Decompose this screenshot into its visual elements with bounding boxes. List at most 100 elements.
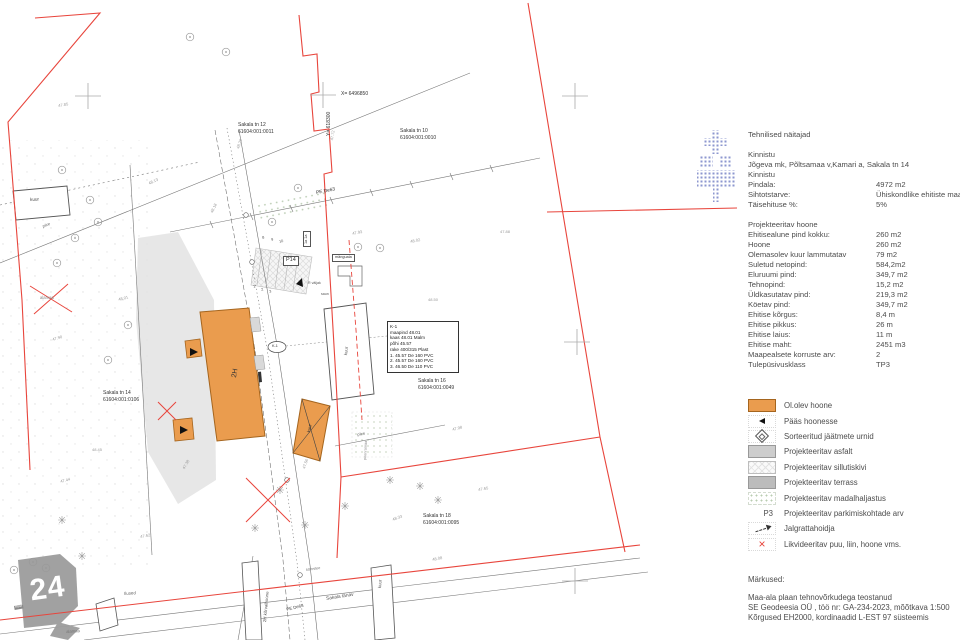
plan-label: Ilused (124, 591, 136, 596)
panel-row-value (876, 150, 960, 160)
plan-label: kuur (378, 579, 383, 588)
legend-label: Projekteeritav terrass (784, 478, 858, 487)
parcel-label: Sakala tn 1261604:001:0011 (238, 122, 274, 136)
plan-label: saun (321, 293, 329, 297)
parcel-name: Sakala tn 18 (423, 513, 459, 520)
panel-row-value: 4972 m2 (876, 180, 960, 190)
panel-row-label: Ehitise laius: (748, 330, 876, 340)
panel-row-label: Sihtotstarve: (748, 190, 876, 200)
panel-row-label: Hoone (748, 240, 876, 250)
panel-row-label: Ehitise kõrgus: (748, 310, 876, 320)
legend-item-pavers: Projekteeritav sillutiskivi (748, 460, 960, 475)
waste-urn-icon (755, 429, 769, 443)
panel-row: Ehitise maht:2451 m3 (748, 340, 960, 350)
asphalt-swatch (748, 445, 776, 458)
panel-row-value: 2 (876, 350, 960, 360)
legend-item-asphalt: Projekteeritav asfalt (748, 444, 960, 459)
panel-row-value: 8,4 m (876, 310, 960, 320)
panel-row: TulepüsivusklassTP3 (748, 360, 960, 370)
panel-row: Ehitise kõrgus:8,4 m (748, 310, 960, 320)
plan-box-label: mänguala (332, 254, 355, 262)
panel-row-label: Tehnopind: (748, 280, 876, 290)
panel-row: Maapealsete korruste arv:2 (748, 350, 960, 360)
parcel-code: 61604:001:0106 (103, 397, 139, 404)
legend-item-redx: ×Likvideeritav puu, liin, hoone vms. (748, 537, 960, 552)
panel-row-value: TP3 (876, 360, 960, 370)
panel-row-value: 5% (876, 200, 960, 210)
panel-row-label: Täisehituse %: (748, 200, 876, 210)
plan-label: kuur (344, 346, 349, 355)
panel-row-label: Ehitisealune pind kokku: (748, 230, 876, 240)
legend-item-greenery: Projekteeritav madalhaljastus (748, 490, 960, 505)
elevation-mark: 48.45 (92, 448, 102, 452)
legend-label: Jalgrattahoidja (784, 524, 835, 533)
panel-row-value: 219,3 m2 (876, 290, 960, 300)
orange-swatch (748, 399, 776, 412)
bike-swatch (748, 522, 776, 535)
parcel-label: Sakala tn 1061604:001:0010 (400, 128, 436, 142)
panel-row: Ehitise laius:11 m (748, 330, 960, 340)
panel-row: Ehitisealune pind kokku:260 m2 (748, 230, 960, 240)
panel-row-value: 584,2m2 (876, 260, 960, 270)
plan-label: K-1 (272, 345, 278, 349)
parcel-name: Sakala tn 14 (103, 390, 139, 397)
building-rows: Projekteeritav hooneEhitisealune pind ko… (748, 220, 960, 370)
parcel-label: Sakala tn 1661604:001:0049 (418, 378, 454, 392)
parcel-name: Sakala tn 16 (418, 378, 454, 385)
panel-row-label: Ehitise maht: (748, 340, 876, 350)
panel-row: Ehitise pikkus:26 m (748, 320, 960, 330)
legend-label: Ol.olev hoone (784, 401, 832, 410)
k1-line: 3. 46.50 De 110 PVC (390, 364, 456, 370)
panel-row-label: Kinnistu (748, 150, 876, 160)
panel-row: Kinnistu (748, 150, 960, 160)
p3-swatch: P3 (748, 507, 776, 520)
panel-row-value: 15,2 m2 (876, 280, 960, 290)
notes: Märkused: Maa-ala plaan tehnovõrkudega t… (748, 575, 960, 624)
panel-row-value (876, 170, 960, 180)
legend-label: Projekteeritav asfalt (784, 447, 852, 456)
panel-row: Suletud netopind:584,2m2 (748, 260, 960, 270)
panel-row-value: 2451 m3 (876, 340, 960, 350)
panel-row: Projekteeritav hoone (748, 220, 960, 230)
entrance-arrow-icon (759, 418, 765, 424)
legend-item-orange: Ol.olev hoone (748, 398, 960, 413)
legend-item-arrow: Pääs hoonesse (748, 413, 960, 428)
technical-data-panel: Tehnilised näitajad KinnistuJõgeva mk, P… (748, 130, 960, 370)
legend-label: Likvideeritav puu, liin, hoone vms. (784, 540, 901, 549)
panel-row-value: 11 m (876, 330, 960, 340)
parcel-code: 61604:001:0095 (423, 520, 459, 527)
north-arrow-icon (697, 130, 735, 202)
notes-line: Kõrgused EH2000, kordinaadid L-EST 97 sü… (748, 613, 960, 623)
panel-row-label: Olemasolev kuur lammutatav (748, 250, 876, 260)
parcel-code: 61604:001:0010 (400, 135, 436, 142)
panel-row-value (909, 160, 960, 170)
parcel-code: 61604:001:0049 (418, 385, 454, 392)
greenery-swatch (748, 492, 776, 505)
panel-row: Jõgeva mk, Põltsamaa v,Kamari a, Sakala … (748, 160, 960, 170)
elevation-mark: 47.88 (500, 230, 510, 234)
elevation-mark: 48.50 (428, 298, 438, 302)
panel-row-label: Köetav pind: (748, 300, 876, 310)
site-plan-sheet: X= 6496850Y= 618300kuurpiirealamaaalamaa… (0, 0, 960, 640)
panel-row: Täisehituse %:5% (748, 200, 960, 210)
plan-box-label: P14 (283, 256, 299, 266)
panel-row: Tehnopind:15,2 m2 (748, 280, 960, 290)
arrow-swatch (748, 415, 776, 428)
panel-row: Üldkasutatav pind:219,3 m2 (748, 290, 960, 300)
k1-info-box: K-1maapind 48.01kaas 48.01 Malmpõhi 45.5… (387, 321, 459, 373)
panel-row-label: Ehitise pikkus: (748, 320, 876, 330)
panel-row-value (876, 220, 960, 230)
panel-row-label: Üldkasutatav pind: (748, 290, 876, 300)
bike-rack-icon (754, 523, 771, 535)
panel-row: Olemasolev kuur lammutatav79 m2 (748, 250, 960, 260)
legend-label: Pääs hoonesse (784, 417, 838, 426)
legend-label: Projekteeritav sillutiskivi (784, 463, 866, 472)
legend: Ol.olev hoonePääs hoonesseSorteeritud jä… (748, 398, 960, 552)
panel-row: Kinnistu (748, 170, 960, 180)
panel-row-label: Kinnistu (748, 170, 876, 180)
parcel-code: 61604:001:0011 (238, 129, 274, 136)
panel-row-label: Eluruumi pind: (748, 270, 876, 280)
panel-row: Eluruumi pind:349,7 m2 (748, 270, 960, 280)
legend-item-p3: P3Projekteeritav parkimiskohtade arv (748, 506, 960, 521)
plan-label: R väljak (308, 282, 321, 286)
